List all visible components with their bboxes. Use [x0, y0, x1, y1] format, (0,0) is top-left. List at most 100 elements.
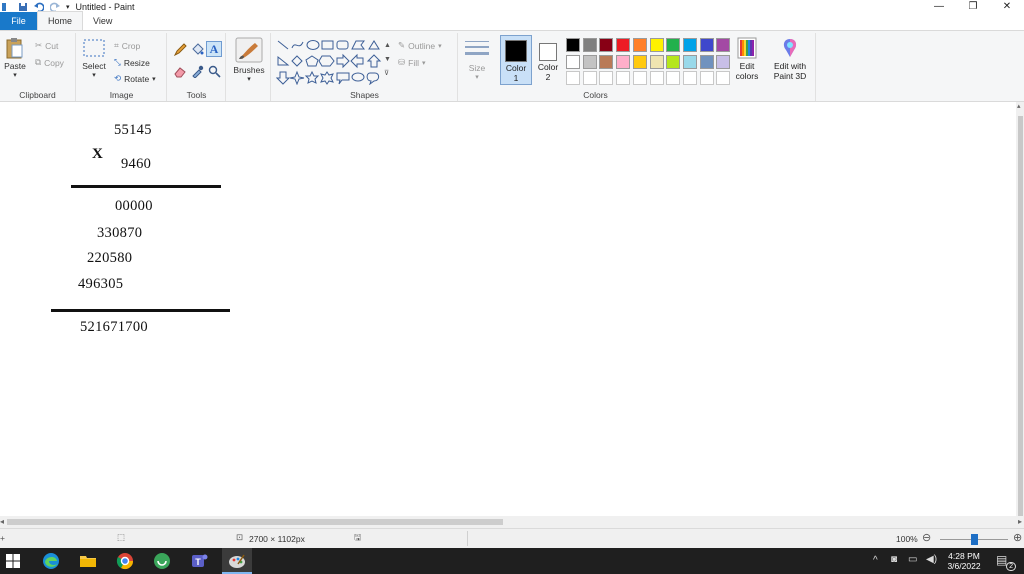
- paint3d-label-line1: Edit with: [773, 61, 807, 71]
- zoom-slider[interactable]: [940, 534, 1008, 545]
- magnifier-icon[interactable]: [208, 65, 221, 78]
- redo-icon[interactable]: [50, 2, 60, 12]
- volume-icon[interactable]: ◀): [926, 554, 937, 565]
- copy-button[interactable]: ⧉ Copy: [35, 57, 64, 68]
- color-picker-icon[interactable]: [191, 65, 204, 78]
- paste-dropdown-icon: ▾: [13, 72, 17, 79]
- custom-color-slot[interactable]: [616, 71, 631, 85]
- clock[interactable]: 4:28 PM 3/6/2022: [942, 551, 986, 571]
- edit-colors-button[interactable]: Edit colors: [732, 37, 762, 81]
- palette-color-swatch[interactable]: [699, 38, 714, 52]
- palette-color-swatch[interactable]: [582, 54, 597, 69]
- eraser-icon[interactable]: [174, 65, 187, 78]
- palette-color-swatch[interactable]: [699, 54, 714, 69]
- rotate-button[interactable]: ⟲ Rotate ▾: [114, 73, 156, 84]
- show-hidden-icons-icon[interactable]: ^: [873, 555, 878, 566]
- palette-color-swatch[interactable]: [566, 38, 580, 52]
- resize-button[interactable]: ⤡ Resize: [114, 57, 150, 68]
- windows-start-icon[interactable]: [4, 552, 22, 570]
- restore-button[interactable]: ❐: [956, 0, 990, 13]
- partial-product-2: 330870: [97, 225, 143, 241]
- palette-color-swatch[interactable]: [716, 54, 731, 69]
- horizontal-scrollbar[interactable]: ◂ ▸: [0, 516, 1024, 528]
- palette-color-swatch[interactable]: [682, 54, 697, 69]
- custom-color-slot[interactable]: [666, 71, 681, 85]
- palette-color-swatch[interactable]: [599, 38, 614, 52]
- palette-color-swatch[interactable]: [649, 54, 664, 69]
- palette-color-swatch[interactable]: [616, 54, 631, 69]
- edit-with-paint3d-button[interactable]: Edit with Paint 3D: [768, 37, 812, 81]
- color1-button[interactable]: Color 1: [500, 35, 532, 85]
- zoom-slider-thumb[interactable]: [971, 534, 978, 545]
- window-title: Untitled - Paint: [75, 1, 135, 12]
- palette-color-swatch[interactable]: [616, 38, 631, 52]
- custom-color-slot[interactable]: [582, 71, 597, 85]
- brushes-button[interactable]: Brushes ▾: [230, 37, 268, 83]
- palette-color-swatch[interactable]: [599, 54, 614, 69]
- color1-label-line2: 1: [513, 73, 519, 83]
- text-tool-button[interactable]: A: [206, 41, 222, 57]
- drawing-canvas[interactable]: 55145 X 9460 00000 330870 220580 496305 …: [0, 102, 1016, 516]
- rotate-label: Rotate: [124, 73, 150, 84]
- customize-qat-icon[interactable]: ▾: [66, 3, 70, 11]
- teams-icon[interactable]: T: [190, 552, 208, 570]
- crop-button[interactable]: ⌗ Crop: [114, 40, 140, 51]
- zoom-in-button[interactable]: ⊕: [1013, 531, 1022, 544]
- shapes-scroll[interactable]: ▲ ▼ ⊽: [384, 39, 391, 81]
- tab-file[interactable]: File: [0, 12, 37, 30]
- custom-color-slot[interactable]: [632, 71, 647, 85]
- palette-color-swatch[interactable]: [632, 38, 647, 52]
- scroll-up-icon[interactable]: ▴: [1017, 102, 1021, 110]
- cut-button[interactable]: ✂ Cut: [35, 40, 58, 51]
- meet-now-icon[interactable]: ◙: [891, 554, 897, 565]
- palette-color-swatch[interactable]: [566, 54, 580, 69]
- custom-color-slot[interactable]: [566, 71, 580, 85]
- line-size-icon: [465, 41, 489, 55]
- palette-color-swatch[interactable]: [649, 38, 664, 52]
- notification-center-button[interactable]: ▤ 2: [996, 553, 1016, 571]
- fill-button[interactable]: ⛁ Fill ▾: [398, 57, 426, 68]
- network-icon[interactable]: ▭: [908, 554, 917, 565]
- close-button[interactable]: ✕: [990, 0, 1024, 13]
- tab-home[interactable]: Home: [37, 11, 84, 30]
- outline-button[interactable]: ✎ Outline ▾: [398, 40, 442, 51]
- palette-color-swatch[interactable]: [582, 38, 597, 52]
- minimize-button[interactable]: —: [922, 0, 956, 13]
- custom-color-slot[interactable]: [716, 71, 731, 85]
- custom-color-slot[interactable]: [649, 71, 664, 85]
- chrome-icon[interactable]: [116, 552, 134, 570]
- size-button[interactable]: Size ▾: [462, 39, 492, 81]
- zoom-out-button[interactable]: ⊖: [922, 531, 931, 544]
- palette-color-swatch[interactable]: [666, 54, 681, 69]
- paint-app-icon: [2, 2, 6, 11]
- snip-tool-icon[interactable]: [153, 552, 171, 570]
- shapes-gallery[interactable]: [276, 39, 388, 85]
- palette-color-swatch[interactable]: [666, 38, 681, 52]
- vertical-scrollbar[interactable]: ▴: [1016, 102, 1024, 516]
- pencil-icon[interactable]: [174, 43, 187, 56]
- scroll-left-icon[interactable]: ◂: [0, 517, 4, 526]
- palette-color-swatch[interactable]: [716, 38, 731, 52]
- paint-taskbar-button[interactable]: [222, 548, 252, 574]
- custom-color-slot[interactable]: [682, 71, 697, 85]
- save-icon[interactable]: [18, 2, 28, 12]
- color2-label-line1: Color: [537, 62, 559, 72]
- edge-icon[interactable]: [42, 552, 60, 570]
- custom-color-slot[interactable]: [699, 71, 714, 85]
- paste-button[interactable]: Paste ▾: [3, 37, 27, 79]
- scroll-right-icon[interactable]: ▸: [1018, 517, 1022, 526]
- color2-button[interactable]: Color 2: [534, 35, 562, 85]
- palette-color-swatch[interactable]: [632, 54, 647, 69]
- title-bar: ▾ Untitled - Paint — ❐ ✕: [0, 0, 1024, 13]
- vertical-scroll-thumb[interactable]: [1018, 116, 1023, 516]
- horizontal-scroll-thumb[interactable]: [7, 519, 503, 525]
- cursor-position-icon: +: [0, 533, 5, 543]
- image-group-label: Image: [109, 90, 134, 100]
- file-explorer-icon[interactable]: [79, 552, 97, 570]
- palette-color-swatch[interactable]: [682, 38, 697, 52]
- tab-view[interactable]: View: [83, 12, 122, 30]
- select-button[interactable]: Select ▾: [80, 39, 108, 79]
- undo-icon[interactable]: [34, 2, 44, 12]
- fill-bucket-icon[interactable]: [191, 43, 204, 56]
- custom-color-slot[interactable]: [599, 71, 614, 85]
